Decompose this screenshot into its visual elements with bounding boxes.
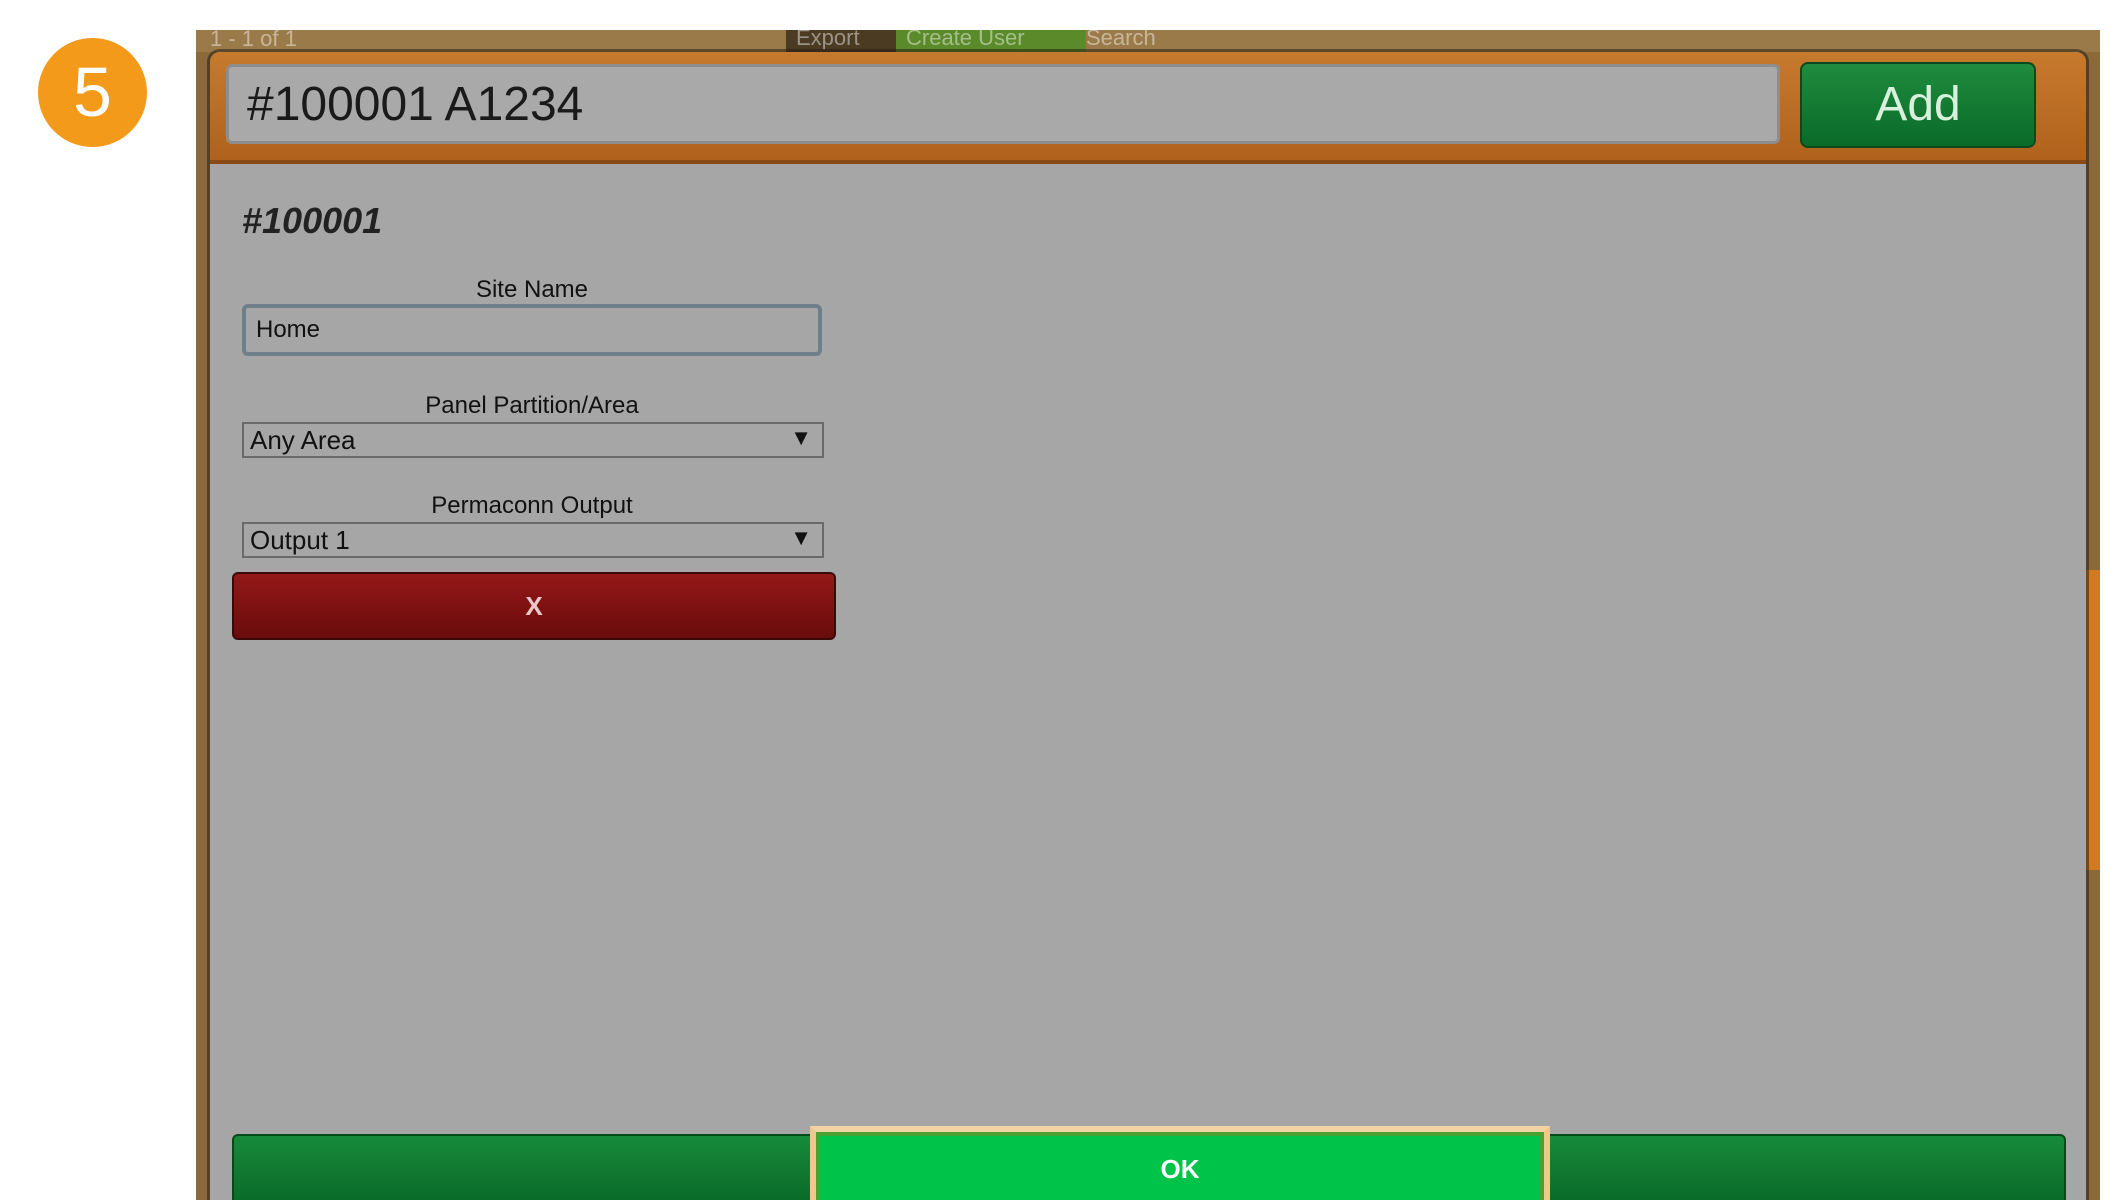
site-id-heading: #100001 bbox=[242, 200, 383, 241]
site-name-input[interactable] bbox=[242, 304, 822, 356]
site-name-label: Site Name bbox=[475, 276, 589, 303]
partition-label: Panel Partition/Area bbox=[425, 392, 639, 419]
site-dialog: Add #100001 Site Name Panel Partition/Ar… bbox=[210, 52, 2086, 1200]
output-select[interactable]: Output 1 ▼ bbox=[242, 522, 824, 558]
ok-button[interactable]: OK bbox=[810, 1126, 1550, 1200]
output-label: Permaconn Output bbox=[431, 492, 633, 519]
partition-select-value: Any Area bbox=[250, 425, 356, 455]
triangle-down-icon: ▼ bbox=[790, 425, 812, 450]
screenshot-frame: 1 - 1 of 1 Export Create User Search Add… bbox=[196, 30, 2100, 1200]
background-export-button: Export bbox=[786, 30, 896, 52]
site-search-input[interactable] bbox=[226, 64, 1780, 144]
partition-select[interactable]: Any Area ▼ bbox=[242, 422, 824, 458]
triangle-down-icon: ▼ bbox=[790, 525, 812, 550]
step-number-badge: 5 bbox=[38, 38, 147, 147]
background-pagination: 1 - 1 of 1 bbox=[210, 30, 297, 51]
add-button[interactable]: Add bbox=[1800, 62, 2036, 148]
ok-bar[interactable]: OK bbox=[232, 1126, 2066, 1200]
output-select-value: Output 1 bbox=[250, 525, 350, 555]
background-search-button: Search bbox=[1086, 30, 1156, 50]
dialog-header: Add bbox=[210, 52, 2086, 164]
background-toolbar: 1 - 1 of 1 Export Create User Search bbox=[196, 30, 2100, 52]
remove-button[interactable]: X bbox=[232, 572, 836, 640]
background-create-user-button: Create User bbox=[896, 30, 1086, 52]
